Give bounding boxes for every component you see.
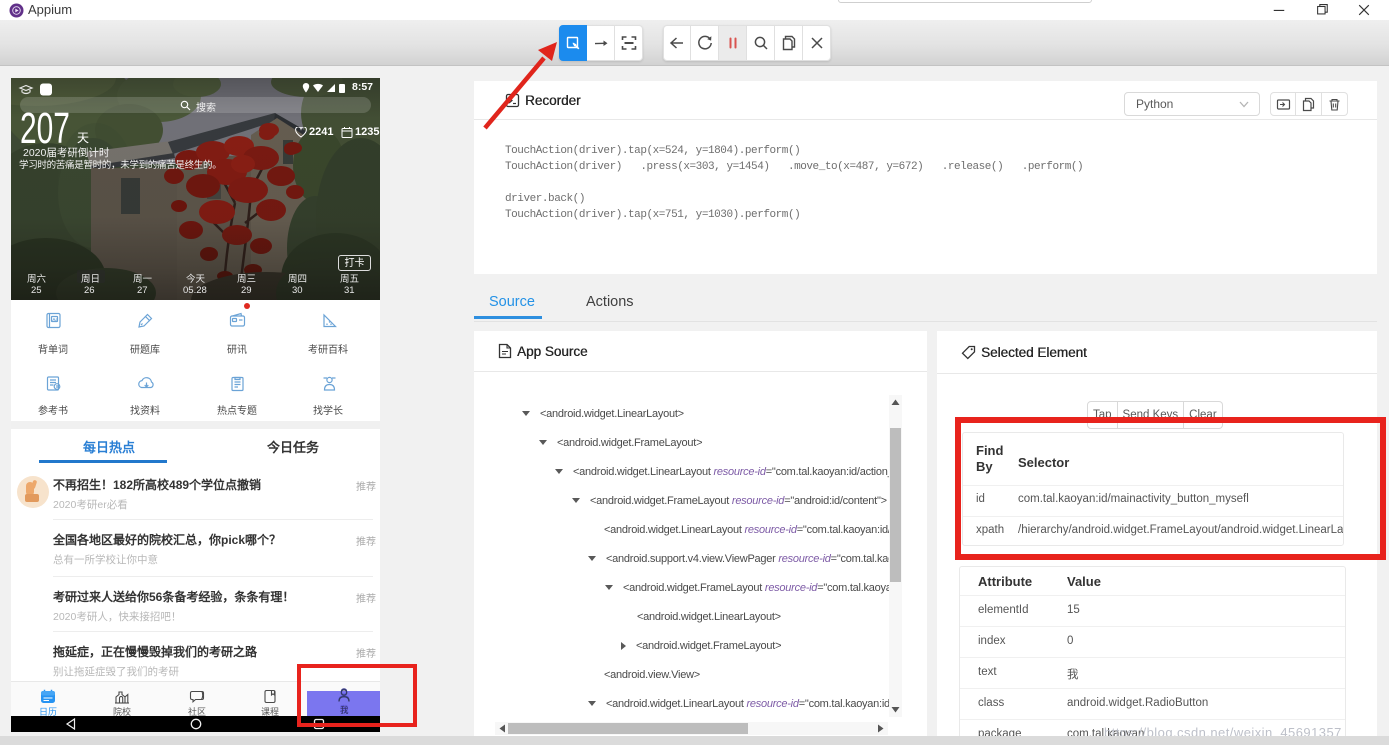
svg-text:Aa: Aa [52, 317, 58, 322]
